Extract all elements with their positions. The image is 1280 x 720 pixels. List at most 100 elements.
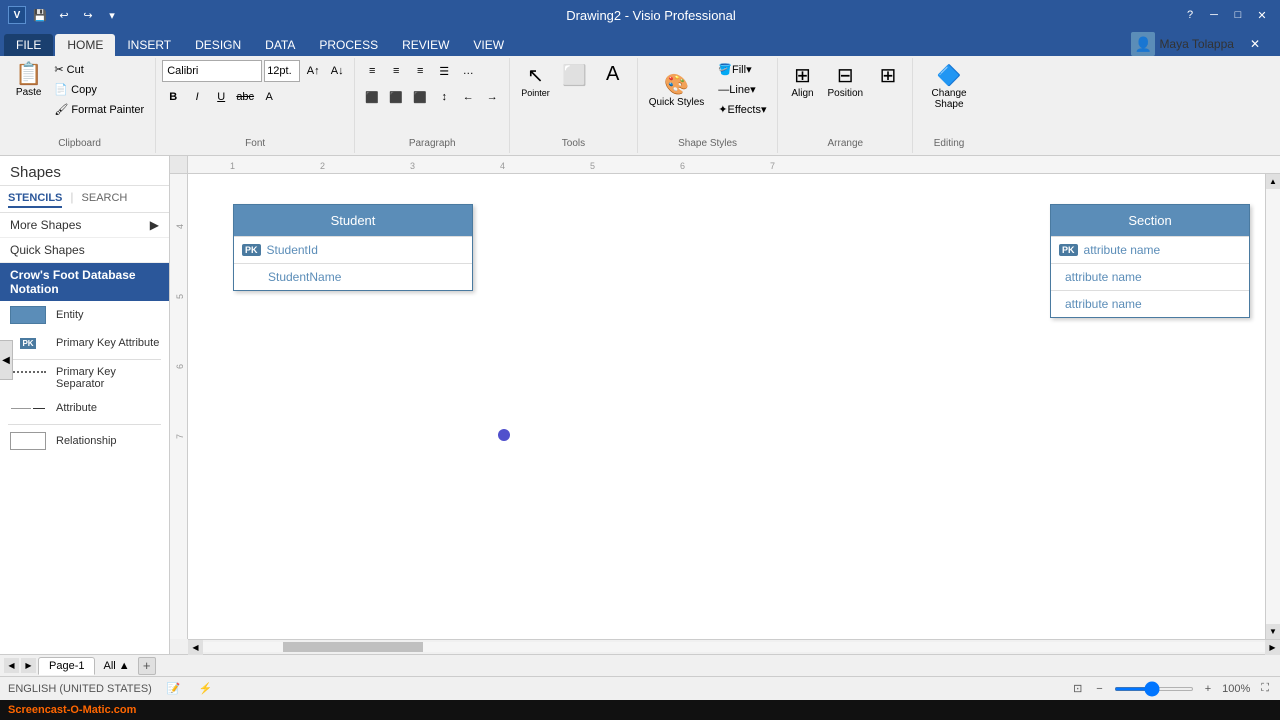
shape-item-entity[interactable]: Entity <box>0 301 169 329</box>
tab-review[interactable]: REVIEW <box>390 34 461 56</box>
close-btn[interactable]: ✕ <box>1252 5 1272 25</box>
shrink-font-btn[interactable]: A↓ <box>326 60 348 82</box>
effects-btn[interactable]: ✦ Effects ▾ <box>713 100 771 119</box>
zoom-slider[interactable] <box>1114 687 1194 691</box>
format-painter-btn[interactable]: 🖌 Format Painter <box>49 100 149 119</box>
position-btn[interactable]: ⊟ Position <box>822 60 868 102</box>
tab-design[interactable]: DESIGN <box>183 34 253 56</box>
stencil-header[interactable]: Crow's Foot Database Notation <box>0 263 169 301</box>
para-more-btn[interactable]: … <box>457 60 479 82</box>
bold-btn[interactable]: B <box>162 86 184 108</box>
more-shapes-item[interactable]: More Shapes ▶ <box>0 213 169 238</box>
scroll-left-btn[interactable]: ◀ <box>188 640 203 655</box>
canvas[interactable]: Student PK StudentId StudentName Section <box>188 174 1265 639</box>
cut-btn[interactable]: ✂ Cut <box>49 60 149 79</box>
screencast-bar: Screencast-O-Matic.com <box>0 700 1280 720</box>
underline-btn[interactable]: U <box>210 86 232 108</box>
sidebar: Shapes STENCILS | SEARCH More Shapes ▶ Q… <box>0 156 170 654</box>
minimize-btn[interactable]: ─ <box>1204 5 1224 25</box>
statusbar: ENGLISH (UNITED STATES) 📝 ⚡ ⊡ − + 100% ⛶ <box>0 676 1280 700</box>
align-center-btn[interactable]: ⬛ <box>385 86 407 108</box>
align-left-top-btn[interactable]: ≡ <box>361 60 383 82</box>
shape-item-pk-sep[interactable]: Primary Key Separator <box>0 362 169 394</box>
align-center-top-btn[interactable]: ≡ <box>385 60 407 82</box>
connector-tool-btn[interactable]: ⬜ <box>557 60 593 91</box>
font-color-btn[interactable]: A <box>258 86 280 108</box>
scroll-down-btn[interactable]: ▼ <box>1266 624 1280 639</box>
text-tool-btn[interactable]: A <box>595 60 631 89</box>
student-entity[interactable]: Student PK StudentId StudentName <box>233 204 473 291</box>
section-row-1[interactable]: attribute name <box>1051 263 1249 290</box>
search-tab[interactable]: SEARCH <box>82 190 128 208</box>
pk-sep-preview-icon <box>8 368 48 388</box>
align-right-top-btn[interactable]: ≡ <box>409 60 431 82</box>
strikethrough-btn[interactable]: abc <box>234 86 256 108</box>
tab-file[interactable]: FILE <box>4 34 53 56</box>
increase-indent-btn[interactable]: → <box>481 86 503 108</box>
zoom-out-btn[interactable]: − <box>1093 682 1105 696</box>
tab-data[interactable]: DATA <box>253 34 307 56</box>
arrange-more-btn[interactable]: ⊞ <box>870 60 906 91</box>
align-right-btn[interactable]: ⬛ <box>409 86 431 108</box>
maximize-btn[interactable]: □ <box>1228 5 1248 25</box>
sidebar-collapse-btn[interactable]: ◀ <box>0 340 13 380</box>
grow-font-btn[interactable]: A↑ <box>302 60 324 82</box>
fit-page-btn[interactable]: ⊡ <box>1070 681 1085 696</box>
zoom-in-btn[interactable]: + <box>1202 682 1214 696</box>
tab-insert[interactable]: INSERT <box>115 34 183 56</box>
fullscreen-btn[interactable]: ⛶ <box>1258 681 1272 696</box>
decrease-indent-btn[interactable]: ← <box>457 86 479 108</box>
student-row-id[interactable]: PK StudentId <box>234 236 472 263</box>
shape-item-relationship[interactable]: Relationship <box>0 427 169 455</box>
scroll-track-vertical[interactable] <box>1266 189 1280 624</box>
student-row-name[interactable]: StudentName <box>234 263 472 290</box>
section-row-0[interactable]: PK attribute name <box>1051 236 1249 263</box>
line-btn[interactable]: — Line ▾ <box>713 80 771 99</box>
page-1-tab[interactable]: Page-1 <box>38 657 95 675</box>
scroll-track-horizontal[interactable] <box>203 642 1265 652</box>
align-left-btn[interactable]: ⬛ <box>361 86 383 108</box>
change-shape-btn[interactable]: 🔷 Change Shape <box>919 60 979 113</box>
undo-btn[interactable]: ↩ <box>54 5 74 25</box>
fill-btn[interactable]: 🪣 Fill ▾ <box>713 60 771 79</box>
macro-btn[interactable]: ⚡ <box>196 681 216 696</box>
italic-btn[interactable]: I <box>186 86 208 108</box>
pointer-tool-btn[interactable]: ↖ Pointer <box>516 60 555 101</box>
section-row-2[interactable]: attribute name <box>1051 290 1249 317</box>
copy-btn[interactable]: 📄 Copy <box>49 80 149 99</box>
quick-styles-btn[interactable]: 🎨 Quick Styles <box>644 69 710 111</box>
redo-btn[interactable]: ↪ <box>78 5 98 25</box>
shape-item-pk-attr[interactable]: PK Primary Key Attribute <box>0 329 169 357</box>
visio-logo-icon: V <box>8 6 26 24</box>
tab-view[interactable]: VIEW <box>461 34 516 56</box>
stencils-tab[interactable]: STENCILS <box>8 190 62 208</box>
canvas-area: 4 5 6 7 Student PK StudentId <box>170 174 1280 639</box>
tab-home[interactable]: HOME <box>55 34 115 56</box>
scroll-right-btn[interactable]: ▶ <box>1265 640 1280 655</box>
page-scroll-left-btn[interactable]: ◀ <box>4 658 19 673</box>
spellcheck-btn[interactable]: 📝 <box>164 681 184 696</box>
all-pages-btn[interactable]: All ▲ <box>97 658 135 674</box>
scroll-thumb-horizontal[interactable] <box>283 642 423 652</box>
scroll-up-btn[interactable]: ▲ <box>1266 174 1280 189</box>
quick-save-btn[interactable]: 💾 <box>30 5 50 25</box>
section-entity[interactable]: Section PK attribute name attribute name… <box>1050 204 1250 318</box>
account-close-btn[interactable]: ✕ <box>1238 33 1272 55</box>
main-area: Shapes STENCILS | SEARCH More Shapes ▶ Q… <box>0 156 1280 654</box>
customize-btn[interactable]: ▾ <box>102 5 122 25</box>
ruler-mark-6: 6 <box>680 161 685 171</box>
help-btn[interactable]: ? <box>1180 5 1200 25</box>
align-btn[interactable]: ⊞ Align <box>784 60 820 102</box>
add-page-btn[interactable]: + <box>138 657 156 675</box>
bullet-btn[interactable]: ☰ <box>433 60 455 82</box>
paste-button[interactable]: 📋 Paste <box>10 60 47 101</box>
page-scroll-right-btn[interactable]: ▶ <box>21 658 36 673</box>
font-size-input[interactable] <box>264 60 300 82</box>
text-direction-btn[interactable]: ↕ <box>433 86 455 108</box>
tab-process[interactable]: PROCESS <box>307 34 390 56</box>
pk-attr-label: Primary Key Attribute <box>56 337 159 349</box>
quick-shapes-item[interactable]: Quick Shapes <box>0 238 169 263</box>
shape-item-attribute[interactable]: Attribute <box>0 394 169 422</box>
ruler-mark-7: 7 <box>770 161 775 171</box>
font-name-input[interactable] <box>162 60 262 82</box>
